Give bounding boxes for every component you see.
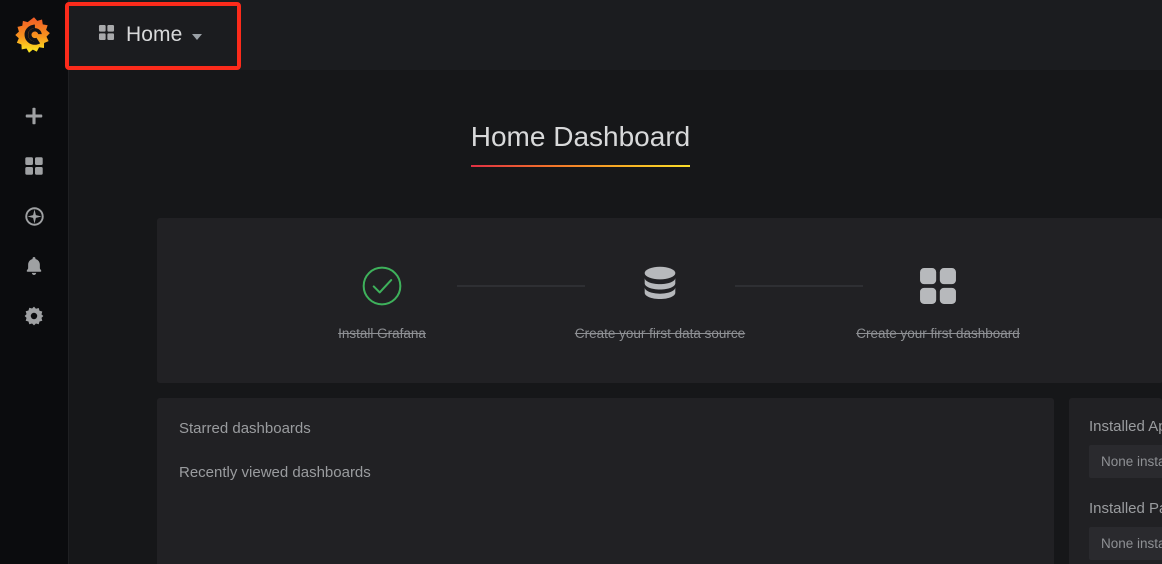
installed-apps-empty-state: None installed. Browse: [1089, 445, 1162, 478]
sidebar-menu: [0, 100, 68, 332]
bottom-panel-row: Starred dashboards Recently viewed dashb…: [157, 398, 1162, 564]
apps-grid-icon: [23, 155, 45, 177]
sidebar-item-alerting[interactable]: [10, 250, 58, 282]
grafana-logo-button[interactable]: [0, 0, 68, 70]
grafana-logo-icon: [15, 16, 53, 54]
getting-started-steps: Install Grafana Create your first data s…: [157, 260, 1162, 341]
sidebar-item-configuration[interactable]: [10, 300, 58, 332]
apps-empty-text: None installed.: [1101, 454, 1162, 469]
starred-dashboards-heading: Starred dashboards: [179, 420, 311, 437]
dashboard-title-area: Home Dashboard: [69, 70, 1162, 218]
chevron-down-icon[interactable]: [192, 34, 203, 40]
step-connector-line: [735, 285, 863, 287]
sidebar-item-dashboards[interactable]: [10, 150, 58, 182]
getting-started-panel: Install Grafana Create your first data s…: [157, 218, 1162, 383]
recently-viewed-dashboards-heading: Recently viewed dashboards: [179, 464, 371, 481]
sidebar-item-explore[interactable]: [10, 200, 58, 232]
plus-icon: [23, 105, 45, 127]
installed-panels-empty-state: None installed. Browse: [1089, 527, 1162, 560]
getting-started-step-datasource[interactable]: Create your first data source: [575, 260, 745, 341]
check-circle-icon: [360, 260, 404, 312]
home-breadcrumb[interactable]: Home: [89, 17, 210, 53]
panels-empty-text: None installed.: [1101, 536, 1162, 551]
dashboard-lists-panel: Starred dashboards Recently viewed dashb…: [157, 398, 1054, 564]
gear-icon: [23, 305, 45, 327]
apps-grid-icon: [97, 23, 116, 47]
sidebar: [0, 0, 69, 564]
installed-apps-heading: Installed Apps: [1089, 418, 1162, 435]
sidebar-item-create[interactable]: [10, 100, 58, 132]
bell-icon: [23, 255, 45, 277]
database-icon: [637, 260, 683, 312]
compass-icon: [23, 205, 46, 228]
breadcrumb-label: Home: [126, 23, 183, 46]
step-label: Create your first dashboard: [856, 326, 1020, 341]
installed-plugins-panel: Installed Apps None installed. Browse In…: [1069, 398, 1162, 564]
step-label: Create your first data source: [574, 326, 746, 341]
apps-grid-icon: [916, 260, 960, 312]
installed-panels-heading: Installed Panels: [1089, 500, 1162, 517]
page-title: Home Dashboard: [470, 120, 691, 168]
step-label: Install Grafana: [338, 326, 426, 341]
step-connector-line: [457, 285, 585, 287]
top-navigation-bar: Home: [65, 0, 1162, 70]
main-area: Home Home Dashboard Install Grafana Crea…: [65, 0, 1162, 564]
getting-started-step-dashboard[interactable]: Create your first dashboard: [856, 260, 1020, 341]
dashboard-content: Home Dashboard Install Grafana Create yo…: [69, 70, 1162, 564]
getting-started-step-install[interactable]: Install Grafana: [307, 260, 457, 341]
grafana-app: Home Home Dashboard Install Grafana Crea…: [0, 0, 1162, 564]
